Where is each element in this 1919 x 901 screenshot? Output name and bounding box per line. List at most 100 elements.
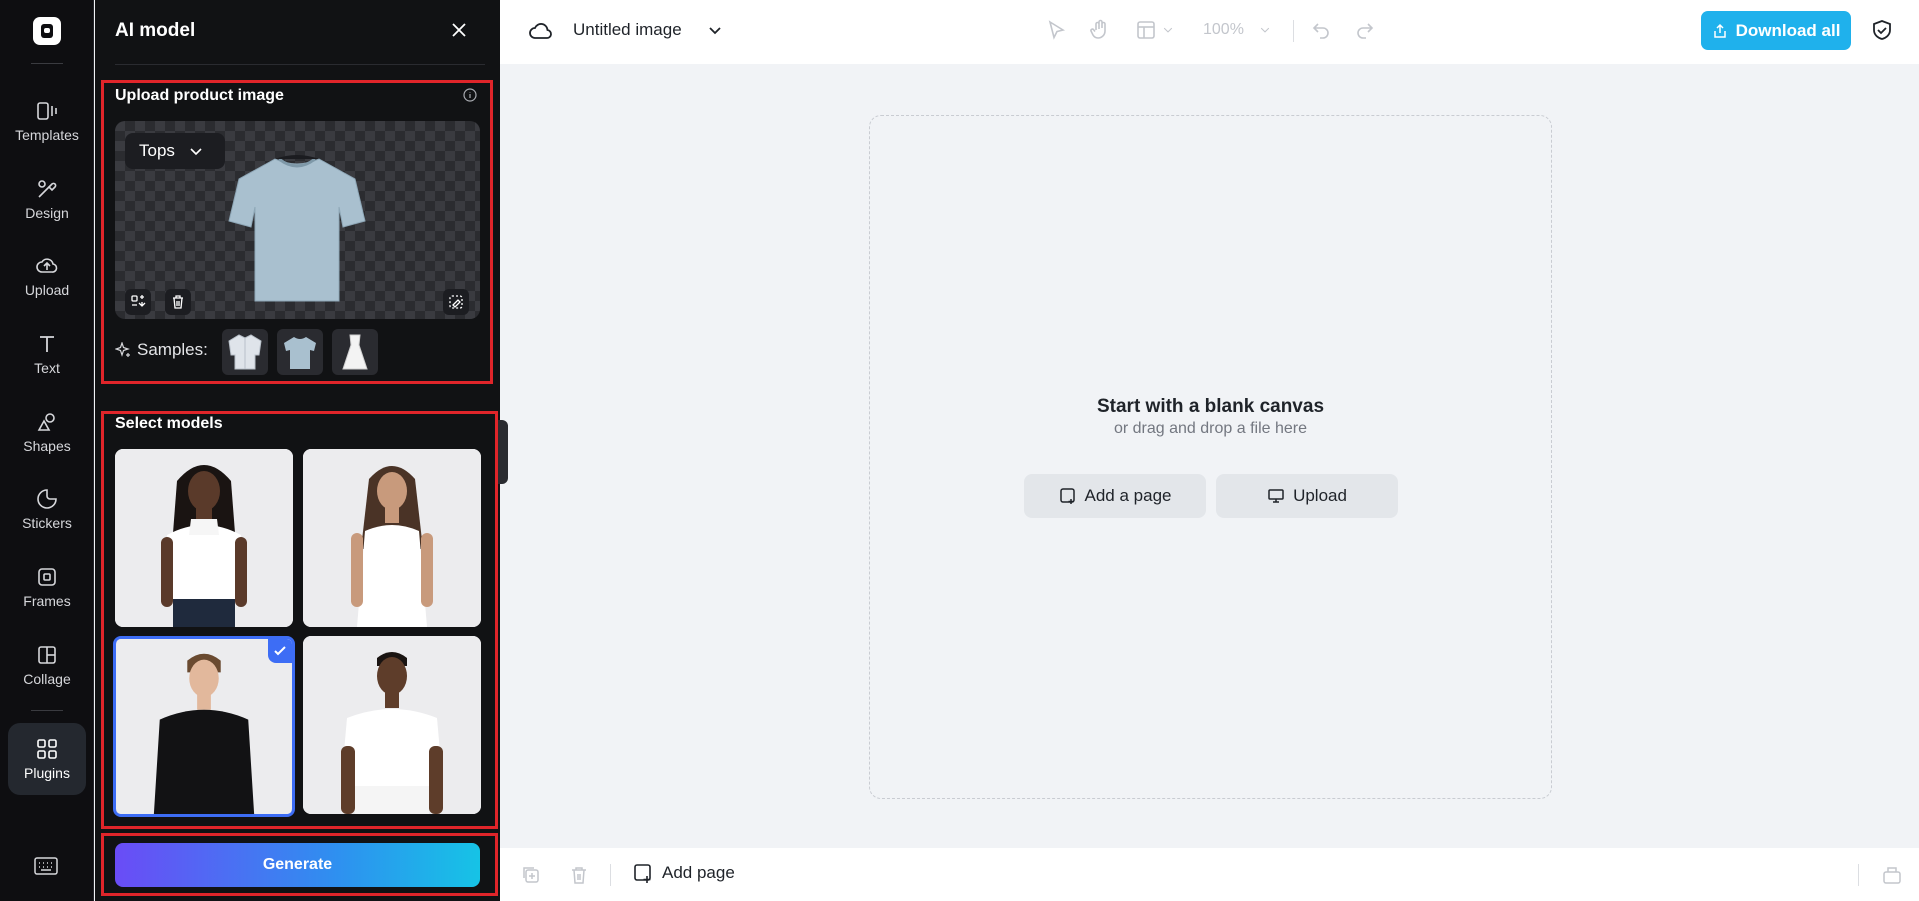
cloud-sync-icon[interactable] [528, 18, 554, 44]
sample-tshirt[interactable] [277, 329, 323, 375]
rail-item-label: Plugins [24, 765, 70, 781]
upload-label: Upload [1293, 486, 1347, 505]
model-card-1[interactable] [115, 449, 293, 627]
add-a-page-label: Add a page [1084, 486, 1172, 505]
shapes-icon [37, 413, 55, 431]
delete-image-button[interactable] [165, 289, 191, 315]
sample-dress[interactable] [332, 329, 378, 375]
samples-label-text: Samples: [137, 340, 208, 359]
add-page-icon [634, 864, 651, 883]
model-card-2[interactable] [303, 449, 481, 627]
rail-item-label: Templates [15, 127, 79, 143]
samples-label: Samples: [115, 340, 208, 360]
zoom-control[interactable]: 100% [1203, 18, 1272, 42]
panel-collapse-handle[interactable] [498, 420, 508, 484]
rail-divider [31, 63, 63, 64]
chevron-down-icon [1260, 27, 1270, 33]
product-image-preview[interactable]: Tops [115, 121, 480, 319]
rail-item-label: Upload [24, 282, 70, 298]
rail-item-design[interactable]: Design [8, 163, 86, 235]
rail-item-label: Frames [23, 593, 71, 609]
upload-button[interactable]: Upload [1216, 474, 1398, 518]
dress-sample-image [342, 334, 368, 370]
rail-item-frames[interactable]: Frames [8, 551, 86, 623]
delete-page-icon[interactable] [568, 864, 590, 886]
model-card-3[interactable] [113, 636, 295, 817]
chevron-down-icon [1163, 27, 1173, 33]
templates-icon [37, 102, 57, 120]
category-select-value: Tops [139, 141, 175, 160]
rail-item-upload[interactable]: Upload [8, 240, 86, 312]
pointer-icon [1048, 20, 1066, 40]
duplicate-page-icon[interactable] [520, 864, 542, 886]
close-icon[interactable] [449, 20, 469, 40]
rail-item-label: Stickers [22, 515, 72, 531]
frame-icon [38, 568, 56, 586]
shield-check-icon[interactable] [1870, 18, 1894, 42]
rail-item-label: Text [34, 360, 60, 376]
model-card-4[interactable] [303, 636, 481, 814]
chevron-down-icon[interactable] [707, 22, 723, 38]
info-icon[interactable] [463, 88, 477, 102]
design-icon [38, 180, 57, 198]
undo-button[interactable] [1310, 18, 1332, 42]
blank-canvas-dropzone[interactable]: Start with a blank canvas or drag and dr… [869, 115, 1552, 799]
sample-shirt[interactable] [222, 329, 268, 375]
model-photo [116, 639, 292, 814]
add-page-button[interactable]: Add page [632, 862, 735, 884]
select-tool[interactable] [1045, 18, 1067, 42]
trash-icon [173, 295, 183, 309]
category-select[interactable]: Tops [125, 133, 225, 169]
monitor-icon [1268, 489, 1284, 503]
shirt-sample-image [228, 334, 262, 370]
hand-tool[interactable] [1089, 18, 1111, 42]
rail-item-label: Collage [23, 671, 71, 687]
plugins-grid-icon [37, 739, 57, 759]
sparkle-icon [115, 342, 130, 357]
left-rail: Templates Design Upload Text Shapes Stic… [0, 0, 94, 901]
redo-button[interactable] [1354, 18, 1376, 42]
panel-divider [115, 64, 485, 65]
magic-edit-icon [449, 295, 463, 309]
chevron-down-icon [190, 148, 202, 156]
rail-item-collage[interactable]: Collage [8, 629, 86, 701]
replace-image-button[interactable] [125, 289, 151, 315]
download-all-button[interactable]: Download all [1701, 11, 1851, 50]
export-icon [1713, 23, 1726, 38]
document-title[interactable]: Untitled image [573, 20, 682, 40]
add-page-label: Add page [662, 863, 735, 882]
top-bar: Untitled image 100% Download all [500, 0, 1919, 64]
swap-icon [131, 295, 146, 307]
rail-item-templates[interactable]: Templates [8, 85, 86, 157]
rail-item-shapes[interactable]: Shapes [8, 396, 86, 468]
edit-image-button[interactable] [443, 289, 469, 315]
rail-divider [31, 710, 63, 711]
selected-check-badge [268, 639, 292, 663]
panel-title: AI model [115, 20, 196, 41]
rail-item-label: Design [25, 205, 69, 221]
check-icon [274, 646, 286, 656]
app-logo-icon[interactable] [33, 17, 61, 45]
rail-item-text[interactable]: Text [8, 318, 86, 390]
bottom-divider [1858, 864, 1859, 886]
layout-tool[interactable] [1135, 18, 1175, 42]
page-panel-icon[interactable] [1881, 864, 1903, 886]
rail-item-plugins[interactable]: Plugins [8, 723, 86, 795]
tshirt-product-image [228, 155, 366, 302]
model-photo [303, 636, 481, 814]
text-icon [40, 336, 54, 352]
bottom-bar: Add page [500, 848, 1919, 901]
add-page-icon [1059, 488, 1075, 504]
sticker-icon [37, 489, 57, 509]
zoom-level: 100% [1203, 21, 1244, 38]
ai-model-panel: AI model Upload product image Tops Sampl… [95, 0, 500, 901]
redo-icon [1357, 23, 1374, 39]
keyboard-icon[interactable] [34, 856, 58, 876]
canvas-title: Start with a blank canvas [1096, 396, 1325, 417]
rail-item-stickers[interactable]: Stickers [8, 473, 86, 545]
generate-button[interactable]: Generate [115, 843, 480, 887]
download-all-label: Download all [1735, 20, 1841, 40]
upload-section-title: Upload product image [115, 87, 284, 104]
add-a-page-button[interactable]: Add a page [1024, 474, 1206, 518]
hand-icon [1090, 19, 1106, 39]
